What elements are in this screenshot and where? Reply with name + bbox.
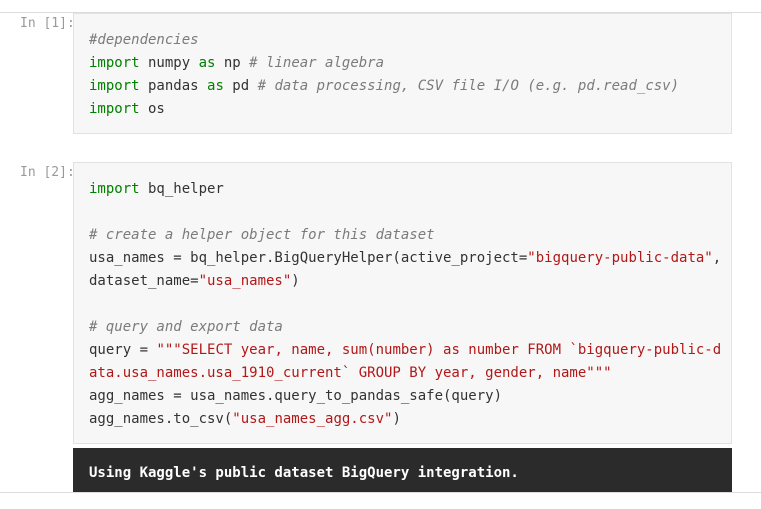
code-token: os (139, 101, 165, 117)
code-string: """SELECT year, name, sum(number) as num… (156, 342, 722, 358)
code-token: query = (89, 342, 157, 358)
code-comment: # data processing, CSV file I/O (e.g. pd… (257, 78, 680, 94)
code-token: agg_names.to_csv( (89, 411, 233, 427)
code-string: ata.usa_names.usa_1910_current` GROUP BY… (89, 365, 612, 381)
code-line: # query and export data (89, 316, 721, 339)
code-token: bq_helper (139, 181, 224, 197)
code-token: , (712, 250, 722, 266)
code-keyword: import (89, 55, 140, 71)
cell-2-prompt: In [2]: (20, 165, 75, 180)
code-line: import os (89, 98, 679, 121)
code-keyword: as (207, 78, 224, 94)
code-token: ) (291, 273, 300, 289)
code-line: import bq_helper (89, 178, 721, 201)
code-line: import pandas as pd # data processing, C… (89, 75, 679, 98)
code-token: np (215, 55, 250, 71)
code-line: usa_names = bq_helper.BigQueryHelper(act… (89, 247, 721, 270)
output-text: Using Kaggle's public dataset BigQuery i… (89, 465, 519, 481)
code-token: agg_names = usa_names.query_to_pandas_sa… (89, 388, 503, 404)
code-cell-1-source[interactable]: #dependencies import numpy as np # linear… (89, 29, 679, 121)
code-line: import numpy as np # linear algebra (89, 52, 679, 75)
code-string: "usa_names" (198, 273, 292, 289)
code-line: ata.usa_names.usa_1910_current` GROUP BY… (89, 362, 721, 385)
code-token: numpy (139, 55, 199, 71)
code-token: pd (223, 78, 258, 94)
notebook-bottom-divider (0, 492, 761, 493)
code-string: "usa_names_agg.csv" (232, 411, 393, 427)
code-keyword: import (89, 78, 140, 94)
cell-1-prompt: In [1]: (20, 16, 75, 31)
code-line: dataset_name="usa_names") (89, 270, 721, 293)
code-comment: # linear algebra (249, 55, 385, 71)
code-keyword: import (89, 181, 140, 197)
code-keyword: as (198, 55, 216, 71)
code-comment: #dependencies (89, 32, 199, 48)
code-line: agg_names = usa_names.query_to_pandas_sa… (89, 385, 721, 408)
code-token: dataset_name= (89, 273, 199, 289)
cell-2-output: Using Kaggle's public dataset BigQuery i… (73, 448, 732, 492)
code-cell-2[interactable]: import bq_helper # create a helper objec… (73, 162, 732, 444)
code-line: # create a helper object for this datase… (89, 224, 721, 247)
code-line: #dependencies (89, 29, 679, 52)
code-cell-1[interactable]: #dependencies import numpy as np # linear… (73, 13, 732, 134)
code-cell-2-source[interactable]: import bq_helper # create a helper objec… (89, 178, 721, 431)
code-keyword: import (89, 101, 140, 117)
code-string: "bigquery-public-data" (527, 250, 713, 266)
code-token: ) (392, 411, 401, 427)
code-token: usa_names = bq_helper.BigQueryHelper(act… (89, 250, 528, 266)
code-comment: # create a helper object for this datase… (89, 227, 435, 243)
code-comment: # query and export data (89, 319, 283, 335)
code-line: agg_names.to_csv("usa_names_agg.csv") (89, 408, 721, 431)
code-line: query = """SELECT year, name, sum(number… (89, 339, 721, 362)
code-token: pandas (139, 78, 208, 94)
